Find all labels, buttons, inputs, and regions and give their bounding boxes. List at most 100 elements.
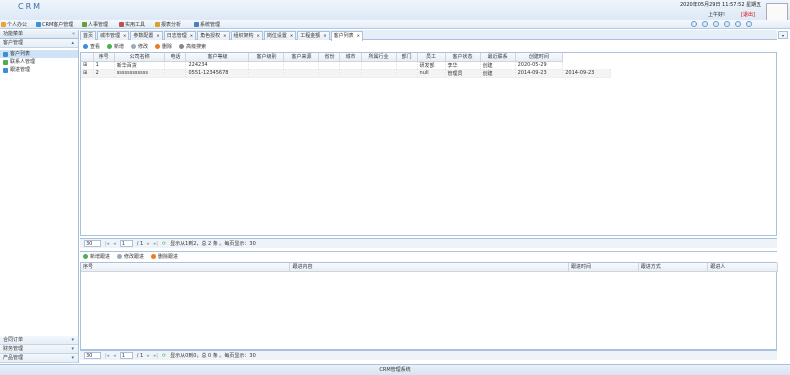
column-header[interactable]: 客户状态 — [445, 53, 481, 62]
page-total: / 1 — [136, 352, 144, 359]
column-header[interactable]: 序号 — [93, 53, 115, 62]
column-header[interactable]: 部门 — [396, 53, 418, 62]
toolbar2-button-1[interactable]: 修改跟进 — [117, 253, 144, 260]
toolbar1-button-4[interactable]: 高级搜索 — [179, 43, 206, 50]
logout-link[interactable]: [退出] — [741, 11, 755, 18]
close-icon[interactable]: ✕ — [190, 33, 193, 38]
prev-page-icon[interactable]: ◂ — [113, 241, 116, 247]
next-page-icon[interactable]: ▸ — [147, 353, 150, 359]
chevron-down-icon: ▾ — [71, 337, 74, 343]
menu-item-0[interactable]: 个人办公 — [1, 21, 27, 28]
close-icon[interactable]: ✕ — [123, 33, 126, 38]
first-page-icon[interactable]: |◂ — [105, 353, 109, 359]
button-label: 新增跟进 — [90, 253, 111, 260]
tab-3[interactable]: 日志管理 ✕ — [163, 31, 197, 40]
menu-item-1[interactable]: CRM客户管理 — [36, 21, 73, 28]
accordion-customer[interactable]: 客户管理 ▴ — [0, 39, 78, 48]
menu-item-3[interactable]: 实用工具 — [119, 21, 145, 28]
tab-label: 城市管理 — [100, 33, 121, 39]
tree-item-1[interactable]: 联系人管理 — [0, 58, 78, 66]
menu-item-4[interactable]: 报表分析 — [155, 21, 181, 28]
table-row[interactable]: ⊞ 2 ssssssssssss 0551-12345678 null 管理员 创建 2014… — [81, 69, 611, 78]
tab-6[interactable]: 岗位设置 ✕ — [263, 31, 297, 40]
reload-icon[interactable]: ⟳ — [162, 241, 166, 247]
page-size-select[interactable]: 30 — [84, 352, 101, 359]
page-size-select[interactable]: 30 — [84, 240, 101, 247]
last-page-icon[interactable]: ▸| — [154, 353, 158, 359]
button-label: 修改跟进 — [124, 253, 145, 260]
chevron-down-icon: ▾ — [71, 355, 74, 361]
accordion-1[interactable]: 财务管理 ▾ — [0, 345, 78, 354]
accordion-0[interactable]: 合同订单 ▾ — [0, 336, 78, 345]
close-icon[interactable]: ✕ — [223, 33, 226, 38]
tab-2[interactable]: 参数配置 ✕ — [130, 31, 163, 40]
first-page-icon[interactable]: |◂ — [105, 241, 109, 247]
tab-0[interactable]: 首页 — [80, 31, 97, 40]
table-cell: 1 — [93, 61, 115, 70]
toolbar1-button-0[interactable]: 查看 — [83, 43, 100, 50]
menu-item-2[interactable]: 人事管理 — [82, 21, 108, 28]
tab-5[interactable]: 组织架构 ✕ — [230, 31, 263, 40]
toolbar1-button-1[interactable]: 新增 — [107, 43, 124, 50]
column-header[interactable]: 跟进内容 — [289, 263, 570, 272]
help-icon[interactable] — [724, 21, 730, 27]
column-header[interactable]: 客户来源 — [283, 53, 320, 62]
close-icon[interactable]: ✕ — [323, 33, 326, 38]
menu-item-5[interactable]: 系统管理 — [194, 21, 220, 28]
tab-4[interactable]: 角色授权 ✕ — [197, 31, 230, 40]
prev-page-icon[interactable]: ◂ — [113, 353, 116, 359]
expand-icon[interactable]: ⊞ — [81, 69, 94, 78]
table-cell — [318, 61, 341, 70]
column-header[interactable]: 跟进时间 — [568, 263, 639, 272]
column-header[interactable]: 公司名称 — [114, 53, 166, 62]
reload-icon[interactable]: ⟳ — [162, 353, 166, 359]
tree-item-0[interactable]: 客户列表 — [0, 50, 78, 58]
toolbar2-button-0[interactable]: 新增跟进 — [83, 253, 110, 260]
collapse-icon[interactable]: « — [72, 30, 75, 39]
table-row[interactable]: ⊞ 1 新华百货 224234 研发部 李华 创建 2020-05-29 — [81, 61, 611, 70]
last-page-icon[interactable]: ▸| — [154, 241, 158, 247]
close-icon[interactable]: ✕ — [156, 33, 159, 38]
exit-icon[interactable] — [746, 21, 752, 27]
user-icon[interactable] — [702, 21, 708, 27]
home-icon[interactable] — [691, 21, 697, 27]
tab-7[interactable]: 工程金额 ✕ — [297, 31, 330, 40]
close-icon[interactable]: ✕ — [357, 33, 360, 38]
close-icon[interactable]: ✕ — [290, 33, 293, 38]
column-header[interactable]: 所属行业 — [361, 53, 397, 62]
tab-8[interactable]: 客户列表 ✕ — [330, 31, 364, 41]
toolbar1-button-3[interactable]: 删除 — [155, 43, 172, 50]
menu-icon — [194, 22, 199, 27]
column-header[interactable]: 创建时间 — [515, 53, 564, 62]
column-header[interactable]: 序号 — [81, 263, 291, 272]
column-header[interactable]: 客户级别 — [248, 53, 285, 62]
accordion-label: 客户管理 — [3, 40, 24, 46]
page-input[interactable]: 1 — [119, 240, 133, 247]
column-header[interactable]: 最近联系 — [480, 53, 516, 62]
refresh-icon[interactable] — [713, 21, 719, 27]
toolbar2-button-2[interactable]: 删除跟进 — [151, 253, 178, 260]
column-header[interactable]: 电话 — [164, 53, 187, 62]
table-cell: 新华百货 — [114, 61, 166, 70]
tab-scroll-icon[interactable]: ▾ — [778, 31, 788, 39]
table-cell: 2014-09-23 — [515, 69, 564, 78]
expand-icon[interactable]: ⊞ — [81, 61, 94, 70]
column-header[interactable]: 员工 — [417, 53, 446, 62]
settings-icon[interactable] — [735, 21, 741, 27]
toolbar1-button-2[interactable]: 修改 — [131, 43, 148, 50]
close-icon[interactable]: ✕ — [257, 33, 260, 38]
accordion-2[interactable]: 产品管理 ▾ — [0, 354, 78, 363]
page-input[interactable]: 1 — [119, 352, 133, 359]
column-header[interactable]: 城市 — [339, 53, 362, 62]
column-header[interactable]: 跟进人 — [707, 263, 778, 272]
pager-info: 显示从1到2，总 2 条 。每页显示：30 — [170, 241, 256, 247]
column-header[interactable]: 客户等级 — [185, 53, 250, 62]
next-page-icon[interactable]: ▸ — [147, 241, 150, 247]
pager-info: 显示从0到0，总 0 条 。每页显示：30 — [170, 353, 256, 359]
column-header[interactable]: 省份 — [318, 53, 341, 62]
tree-item-2[interactable]: 跟进管理 — [0, 66, 78, 74]
table-cell: 研发部 — [417, 61, 446, 70]
column-header[interactable]: 跟进方式 — [638, 263, 709, 272]
tab-1[interactable]: 城市管理 ✕ — [97, 31, 130, 40]
table-cell — [339, 69, 362, 78]
